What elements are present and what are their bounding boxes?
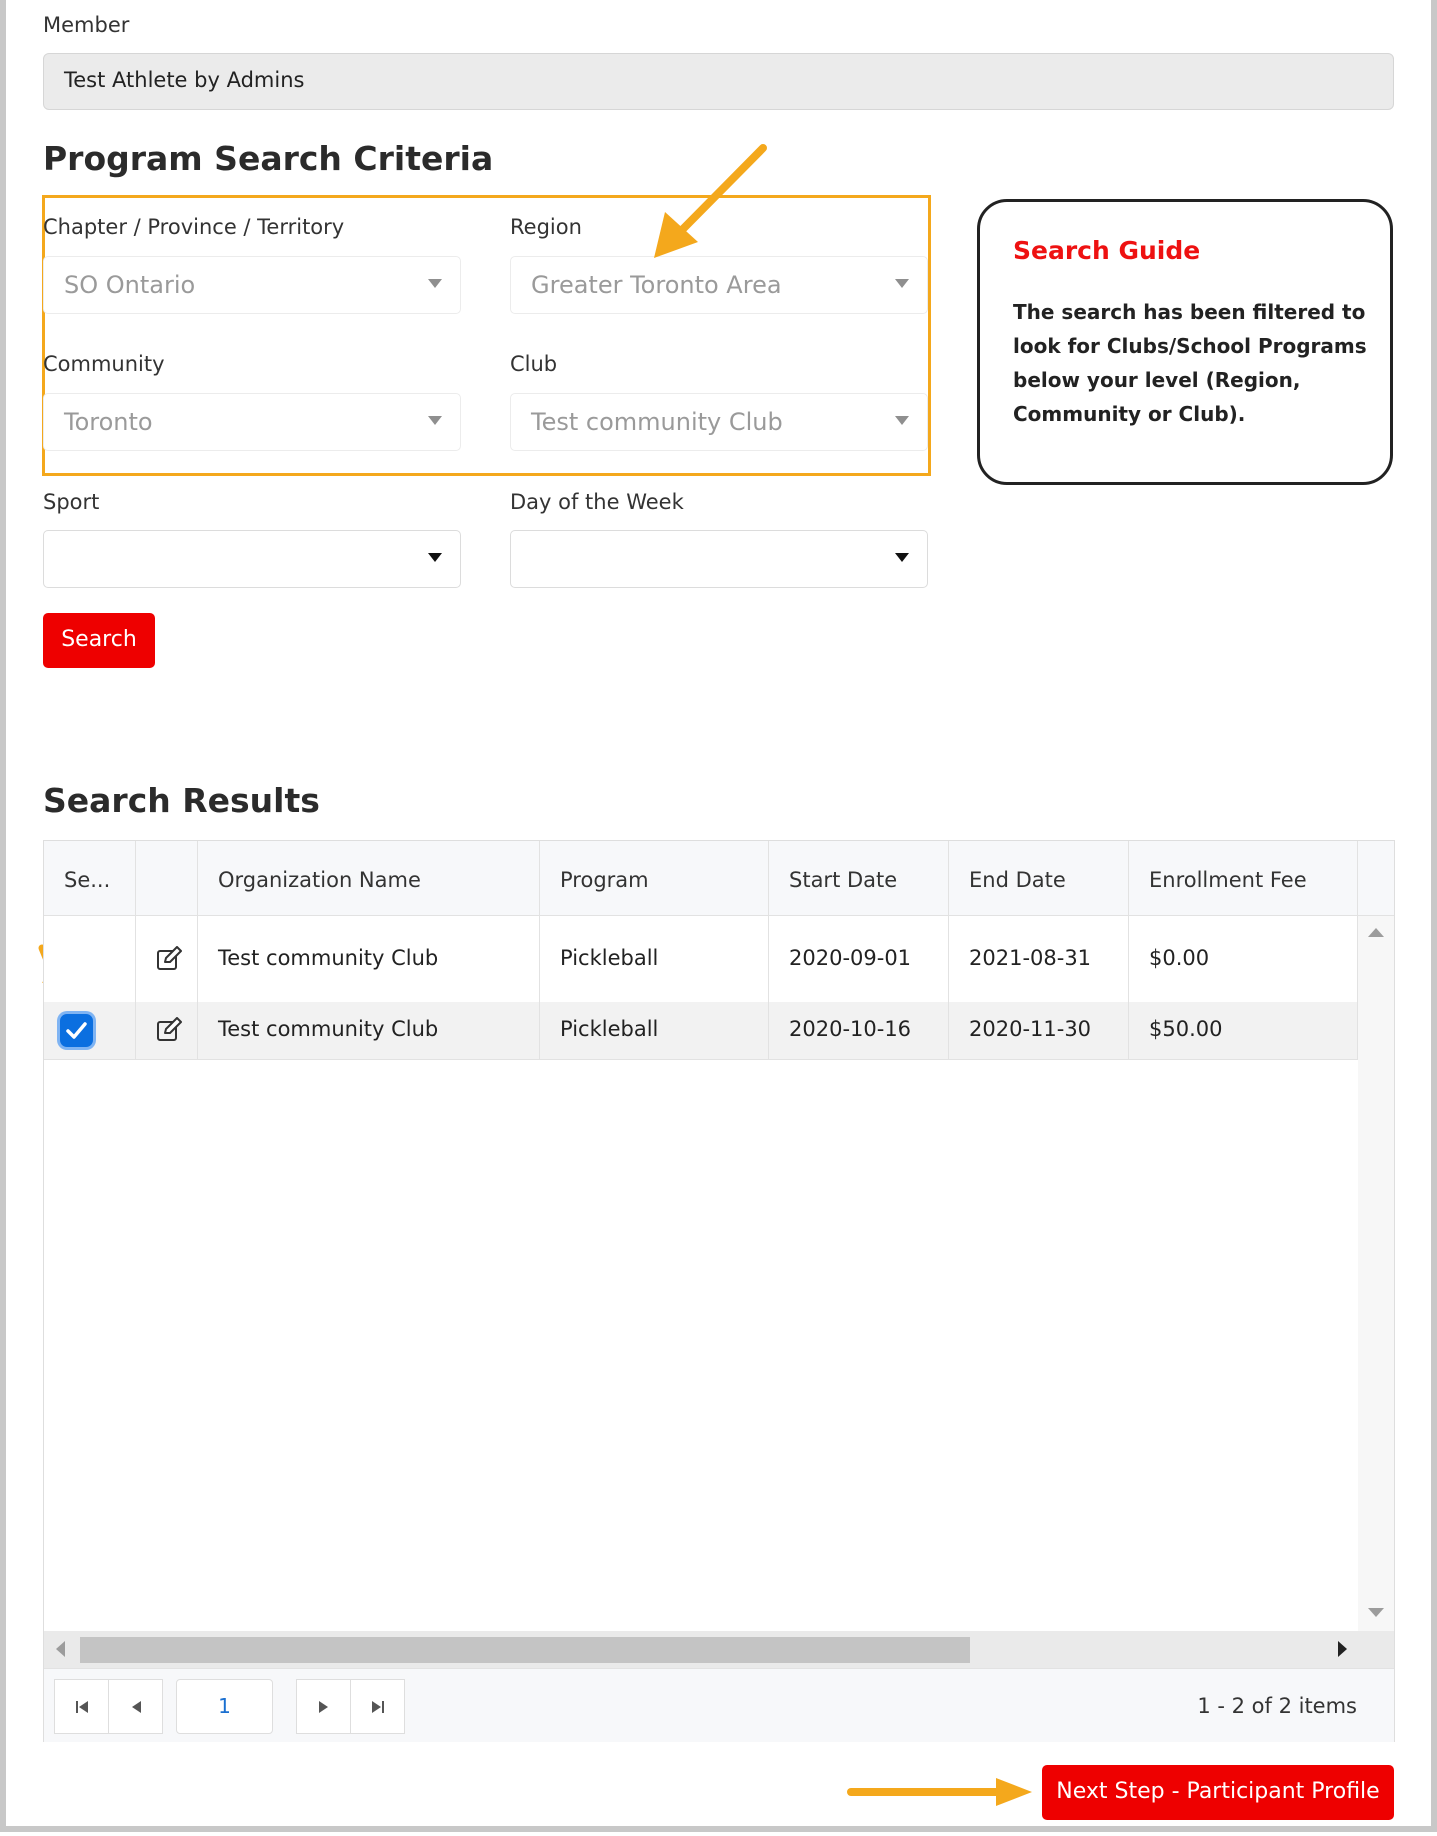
program-cell: Pickleball [540, 1002, 769, 1059]
member-field: Test Athlete by Admins [43, 53, 1394, 110]
program-cell: Pickleball [540, 916, 769, 1002]
start-date-cell: 2020-09-01 [769, 916, 949, 1002]
edit-icon[interactable] [156, 946, 184, 972]
end-date-cell: 2021-08-31 [949, 916, 1129, 1002]
column-header-end-date[interactable]: End Date [949, 841, 1129, 915]
first-page-button[interactable] [54, 1679, 109, 1734]
vertical-scrollbar[interactable] [1358, 916, 1394, 1631]
criteria-heading: Program Search Criteria [43, 139, 494, 178]
search-guide-title: Search Guide [1013, 236, 1201, 265]
prev-page-icon [131, 1701, 141, 1713]
search-button[interactable]: Search [43, 613, 155, 668]
chevron-down-icon [895, 553, 909, 562]
row-select-cell[interactable] [44, 1002, 136, 1059]
row-edit-cell[interactable] [136, 916, 198, 1002]
scroll-left-icon[interactable] [56, 1641, 65, 1657]
club-label: Club [510, 352, 558, 376]
search-guide-panel: Search Guide The search has been filtere… [977, 199, 1393, 485]
results-heading: Search Results [43, 781, 320, 820]
club-select-value: Test community Club [531, 408, 783, 436]
day-label: Day of the Week [510, 490, 684, 514]
row-edit-cell[interactable] [136, 1002, 198, 1059]
sport-select[interactable] [43, 530, 461, 588]
column-header-start-date[interactable]: Start Date [769, 841, 949, 915]
column-header-organization[interactable]: Organization Name [198, 841, 540, 915]
fee-cell: $0.00 [1129, 916, 1358, 1002]
scroll-up-icon[interactable] [1368, 928, 1384, 937]
pager-summary: 1 - 2 of 2 items [1197, 1694, 1357, 1718]
column-header-edit [136, 841, 198, 915]
column-header-select[interactable]: Se... [44, 841, 136, 915]
chevron-down-icon [895, 279, 909, 288]
next-page-button[interactable] [296, 1679, 351, 1734]
page-number-input[interactable]: 1 [176, 1679, 273, 1734]
club-select[interactable]: Test community Club [510, 393, 928, 451]
checkmark-icon [66, 1022, 87, 1039]
last-page-button[interactable] [350, 1679, 405, 1734]
annotation-arrow-region [654, 144, 767, 258]
edit-icon[interactable] [156, 1017, 184, 1043]
next-page-icon [318, 1701, 328, 1713]
row-select-checkbox[interactable] [60, 1014, 93, 1047]
chevron-down-icon [428, 279, 442, 288]
chevron-down-icon [428, 416, 442, 425]
start-date-cell: 2020-10-16 [769, 1002, 949, 1059]
member-label: Member [43, 13, 130, 37]
search-guide-text: The search has been filtered to look for… [1013, 300, 1367, 426]
fee-cell: $50.00 [1129, 1002, 1358, 1059]
day-select[interactable] [510, 530, 928, 588]
column-header-program[interactable]: Program [540, 841, 769, 915]
region-select-value: Greater Toronto Area [531, 271, 782, 299]
pager: 1 1 - 2 of 2 items [44, 1668, 1394, 1742]
table-row-selected[interactable]: Test community Club Pickleball 2020-10-1… [44, 1002, 1358, 1060]
chevron-down-icon [428, 553, 442, 562]
chevron-down-icon [895, 416, 909, 425]
table-row[interactable]: Test community Club Pickleball 2020-09-0… [44, 916, 1358, 1003]
results-grid: Se... Organization Name Program Start Da… [43, 840, 1395, 1742]
column-header-enrollment-fee[interactable]: Enrollment Fee [1129, 841, 1358, 915]
horizontal-scroll-thumb[interactable] [80, 1637, 970, 1663]
organization-cell: Test community Club [198, 1002, 540, 1059]
chapter-select-value: SO Ontario [64, 271, 196, 299]
region-label: Region [510, 215, 582, 239]
chapter-select[interactable]: SO Ontario [43, 256, 461, 314]
scroll-right-icon[interactable] [1338, 1641, 1347, 1657]
organization-cell: Test community Club [198, 916, 540, 1002]
annotation-arrow-next [847, 1778, 1032, 1806]
end-date-cell: 2020-11-30 [949, 1002, 1129, 1059]
first-page-icon [75, 1701, 88, 1713]
sport-label: Sport [43, 490, 100, 514]
chapter-label: Chapter / Province / Territory [43, 215, 345, 239]
next-step-button[interactable]: Next Step - Participant Profile [1042, 1765, 1394, 1820]
community-select[interactable]: Toronto [43, 393, 461, 451]
last-page-icon [371, 1701, 384, 1713]
horizontal-scrollbar[interactable] [44, 1631, 1394, 1668]
scroll-down-icon[interactable] [1368, 1608, 1384, 1617]
prev-page-button[interactable] [108, 1679, 163, 1734]
row-select-cell[interactable] [44, 916, 136, 1002]
community-label: Community [43, 352, 165, 376]
grid-header: Se... Organization Name Program Start Da… [44, 841, 1394, 916]
community-select-value: Toronto [64, 408, 153, 436]
